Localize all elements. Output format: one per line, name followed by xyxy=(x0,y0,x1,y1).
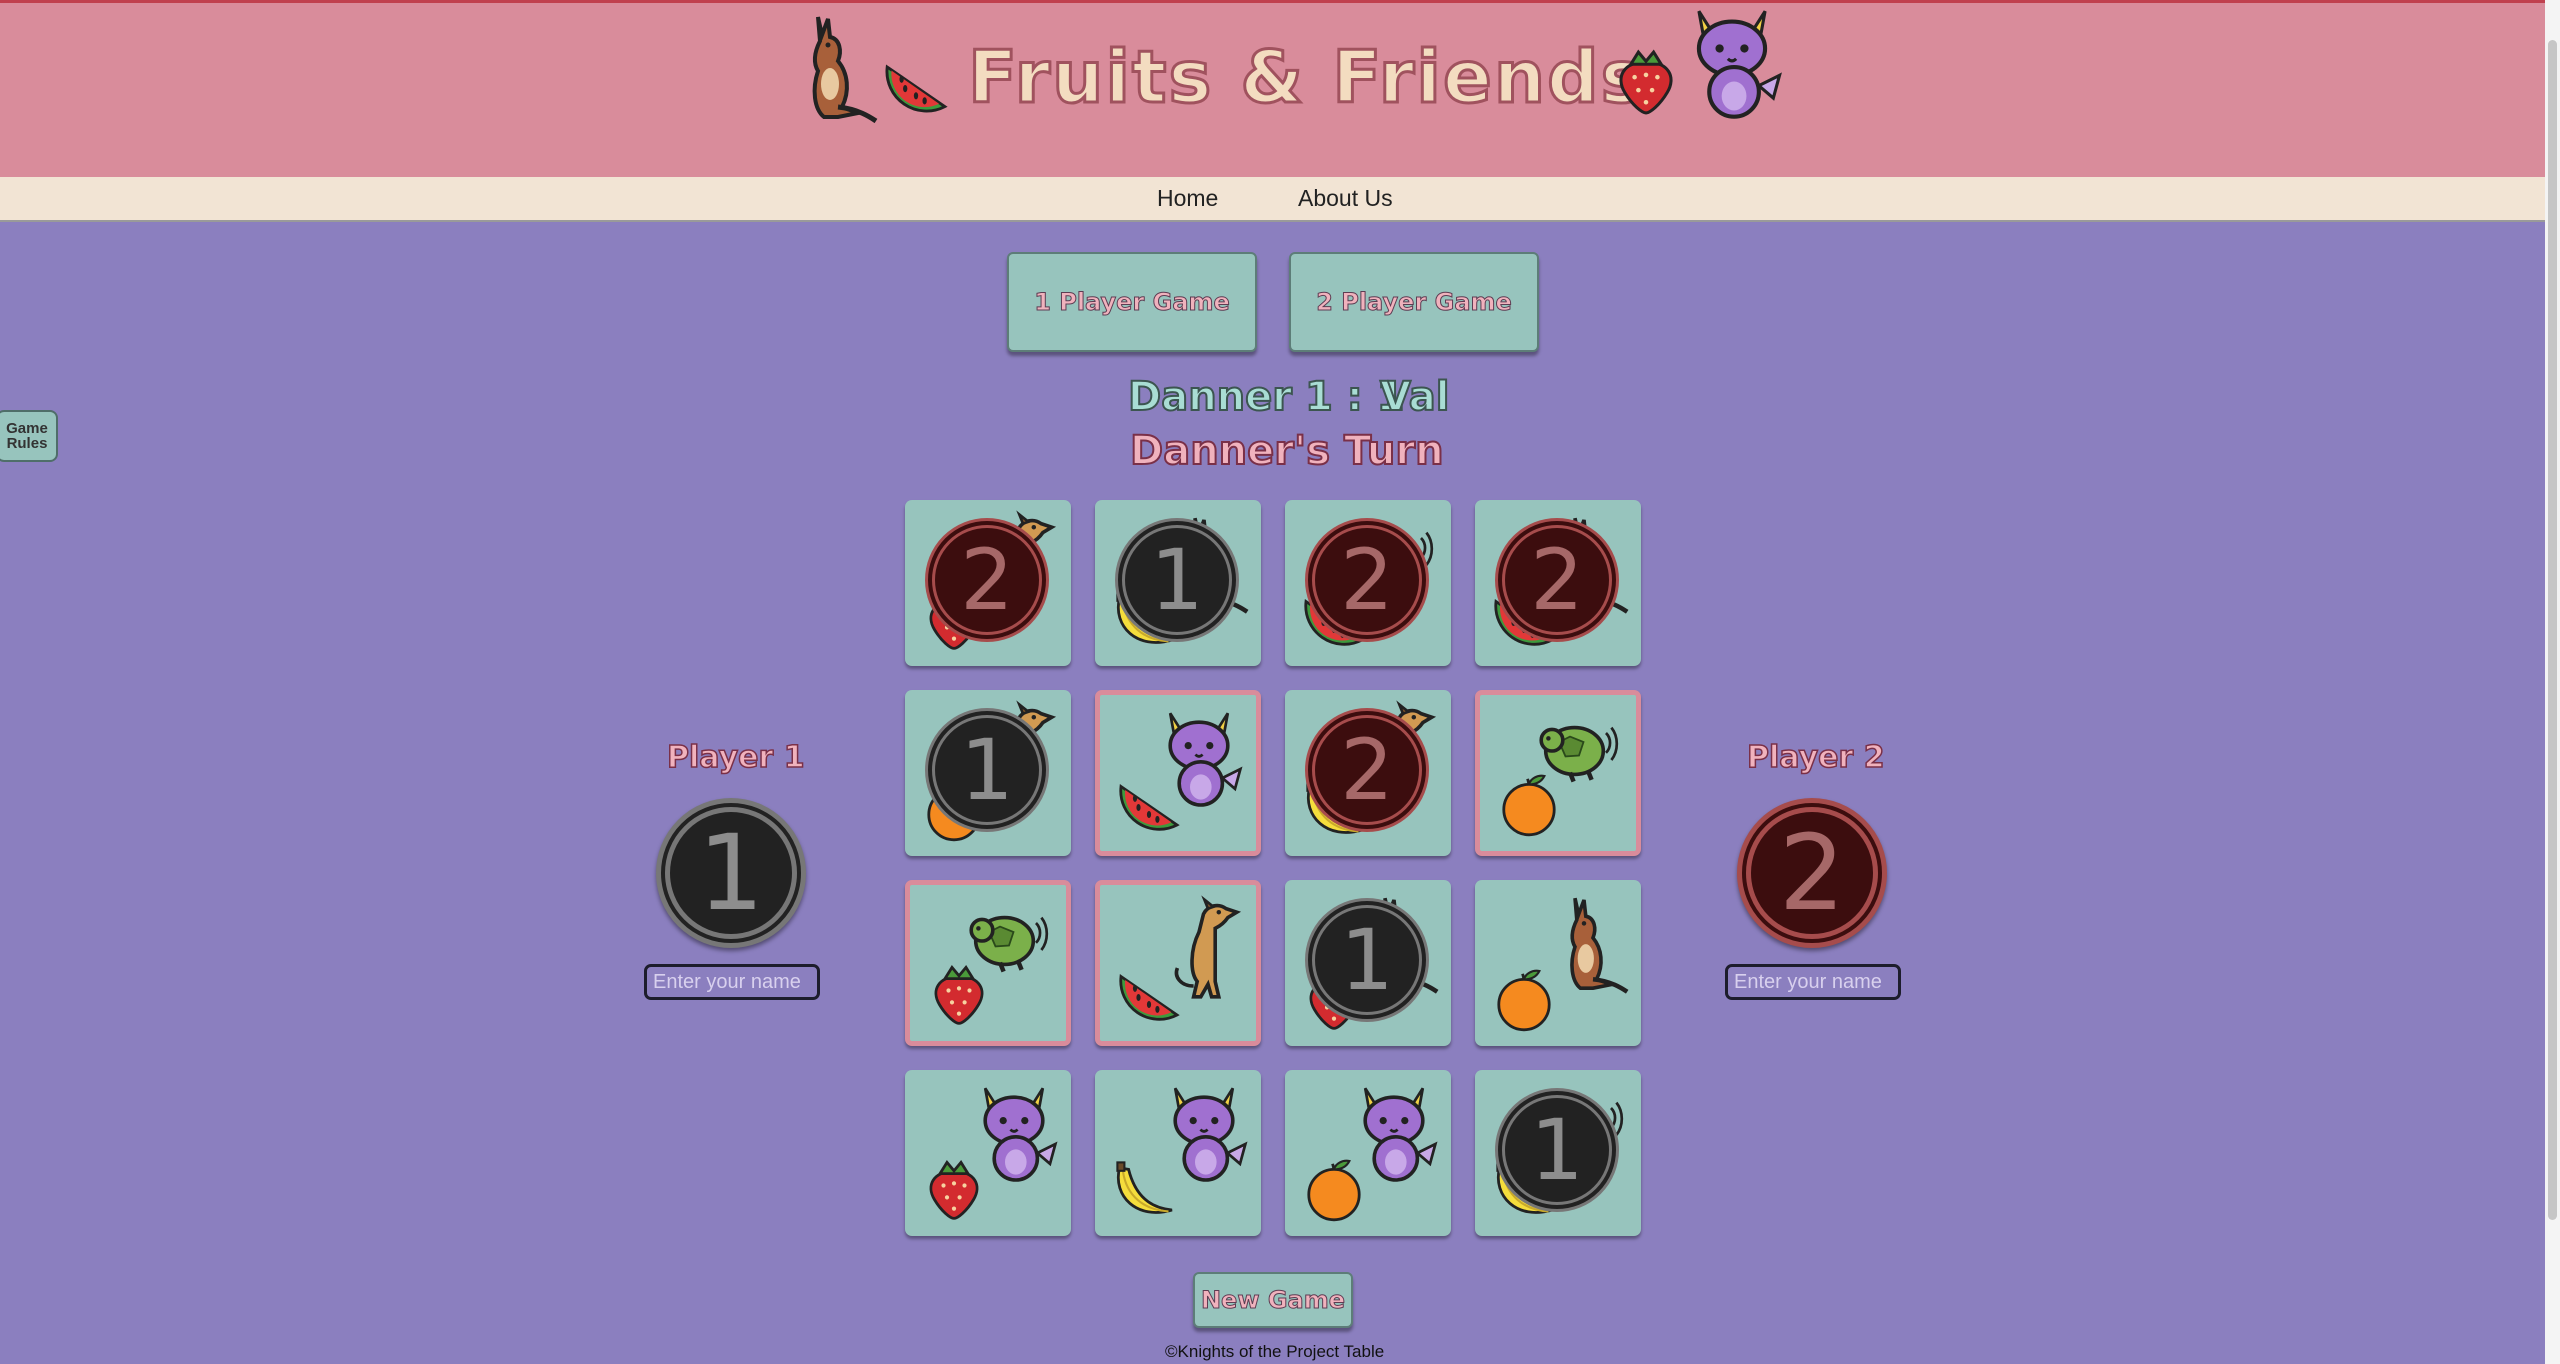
game-card[interactable] xyxy=(1095,1070,1261,1236)
game-card[interactable]: 2 xyxy=(1285,690,1451,856)
game-card[interactable]: 2 xyxy=(1475,500,1641,666)
scrollbar[interactable] xyxy=(2545,0,2560,1364)
watermelon-icon xyxy=(1114,959,1184,1029)
player1-token-marker: 1 xyxy=(925,708,1049,832)
nav-bar: Home About Us xyxy=(0,177,2545,222)
player2-token-marker: 2 xyxy=(925,518,1049,642)
game-card[interactable] xyxy=(1475,880,1641,1046)
player2-token: 2 xyxy=(1737,798,1887,948)
player2-token-marker: 2 xyxy=(1305,518,1429,642)
game-card[interactable] xyxy=(1285,1070,1451,1236)
dragon-icon xyxy=(1680,3,1784,127)
site-header: Fruits & Friends xyxy=(0,0,2545,177)
game-card[interactable]: 1 xyxy=(905,690,1071,856)
one-player-game-button[interactable]: 1 Player Game xyxy=(1007,252,1257,352)
site-title: Fruits & Friends xyxy=(966,34,1646,121)
watermelon-icon xyxy=(1114,769,1184,839)
scrollbar-thumb[interactable] xyxy=(2548,40,2557,1220)
orange-icon xyxy=(1489,964,1559,1034)
player1-name-input[interactable] xyxy=(644,964,820,1000)
new-game-button[interactable]: New Game xyxy=(1193,1272,1353,1328)
footer-copyright: ©Knights of the Project Table xyxy=(1165,1342,1385,1361)
player1-token: 1 xyxy=(656,798,806,948)
game-card[interactable] xyxy=(1475,690,1641,856)
nav-home-link[interactable]: Home xyxy=(1157,185,1218,212)
kangaroo-icon xyxy=(778,3,878,135)
game-rules-button[interactable]: Game Rules xyxy=(0,410,58,462)
strawberry-icon xyxy=(1608,43,1684,119)
player1-label: Player 1 xyxy=(666,739,805,776)
player1-score-name: Danner xyxy=(1127,373,1293,421)
player2-token-marker: 2 xyxy=(1305,708,1429,832)
strawberry-icon xyxy=(924,959,994,1029)
watermelon-icon xyxy=(880,49,952,121)
banana-icon xyxy=(1109,1154,1179,1224)
player2-token-marker: 2 xyxy=(1495,518,1619,642)
game-card[interactable]: 1 xyxy=(1285,880,1451,1046)
game-card[interactable] xyxy=(1095,880,1261,1046)
player2-label: Player 2 xyxy=(1746,739,1885,776)
player1-token-marker: 1 xyxy=(1115,518,1239,642)
game-card[interactable] xyxy=(1095,690,1261,856)
strawberry-icon xyxy=(919,1154,989,1224)
two-player-game-button[interactable]: 2 Player Game xyxy=(1289,252,1539,352)
nav-about-link[interactable]: About Us xyxy=(1298,185,1393,212)
orange-icon xyxy=(1494,769,1564,839)
turn-indicator: Danner's Turn xyxy=(1129,427,1445,475)
game-card[interactable]: 2 xyxy=(905,500,1071,666)
player2-name-input[interactable] xyxy=(1725,964,1901,1000)
player1-token-marker: 1 xyxy=(1305,898,1429,1022)
game-card[interactable]: 1 xyxy=(1475,1070,1641,1236)
orange-icon xyxy=(1299,1154,1369,1224)
player2-score-name: Val xyxy=(1379,373,1450,421)
game-card[interactable]: 1 xyxy=(1095,500,1261,666)
game-card[interactable] xyxy=(905,880,1071,1046)
player1-token-marker: 1 xyxy=(1495,1088,1619,1212)
game-card[interactable]: 2 xyxy=(1285,500,1451,666)
game-card[interactable] xyxy=(905,1070,1071,1236)
